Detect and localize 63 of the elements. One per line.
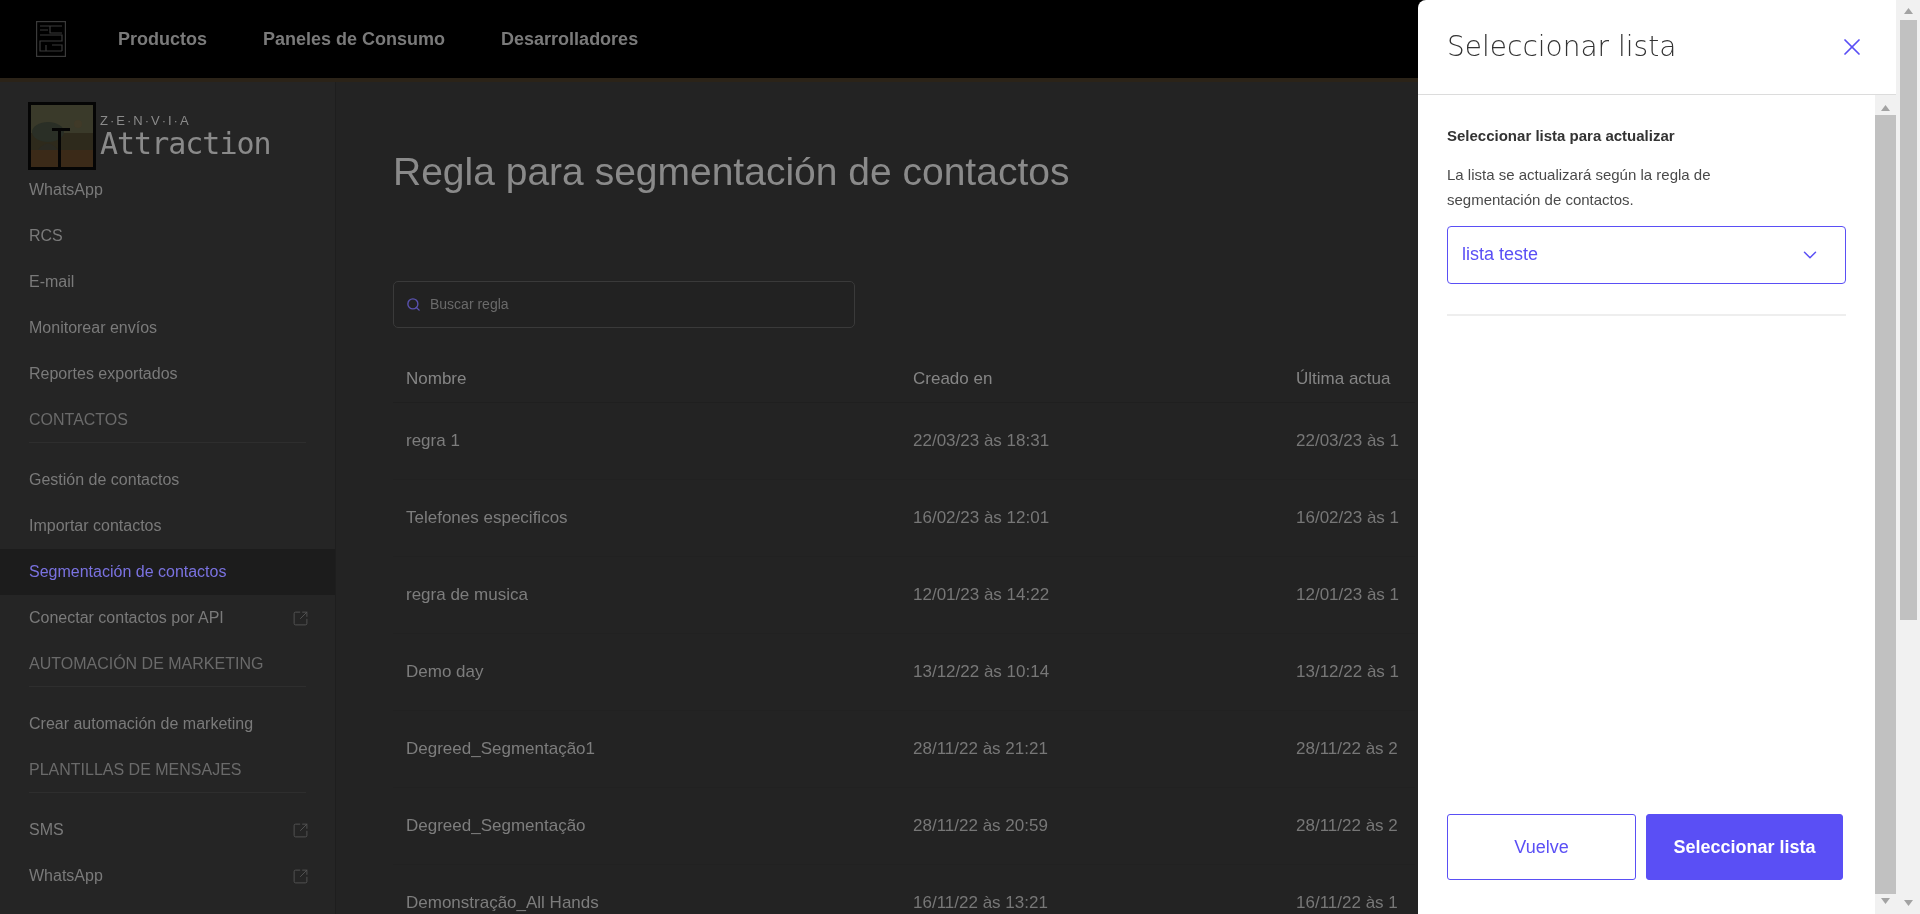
page-scrollbar[interactable]: [1896, 0, 1920, 914]
search-icon: [406, 296, 421, 312]
page-title: Regla para segmentación de contactos: [393, 149, 1071, 195]
table-cell: 16/11/22 às 1: [1296, 893, 1398, 912]
table-cell: Degreed_Segmentação: [406, 816, 586, 835]
sidebar-item[interactable]: Monitorear envíos: [0, 305, 335, 351]
table-cell: 28/11/22 às 21:21: [913, 739, 1048, 758]
table-cell: regra de musica: [406, 585, 528, 604]
sidebar-item[interactable]: WhatsApp: [0, 167, 335, 213]
back-button[interactable]: Vuelve: [1447, 814, 1636, 880]
table-cell: Demo day: [406, 662, 484, 681]
scroll-down-icon[interactable]: [1881, 898, 1890, 904]
sidebar-item[interactable]: WhatsApp: [0, 853, 335, 899]
brand-name: Attraction: [100, 128, 271, 159]
sidebar-item[interactable]: Importar contactos: [0, 503, 335, 549]
column-header: Creado en: [913, 369, 993, 388]
table-cell: 28/11/22 às 2: [1296, 739, 1398, 758]
table-cell: 16/02/23 às 1: [1296, 508, 1400, 527]
table-cell: 13/12/22 às 10:14: [913, 662, 1050, 681]
table-cell: Degreed_Segmentação1: [406, 739, 596, 758]
nav-link[interactable]: Paneles de Consumo: [263, 25, 446, 53]
table-cell: Telefones especificos: [406, 508, 568, 527]
table-cell: 22/03/23 às 18:31: [913, 431, 1050, 450]
sidebar-item[interactable]: Reportes exportados: [0, 351, 335, 397]
section-heading: CONTACTOS: [29, 409, 128, 430]
table-cell: 22/03/23 às 1: [1296, 431, 1400, 450]
section-heading: PLANTILLAS DE MENSAJES: [29, 759, 242, 780]
sidebar-item[interactable]: Segmentación de contactos: [0, 549, 335, 595]
select-list-button[interactable]: Seleccionar lista: [1646, 814, 1843, 880]
column-header: Última actua: [1296, 369, 1391, 388]
logo-icon[interactable]: [36, 21, 66, 57]
column-header: Nombre: [406, 369, 467, 388]
sidebar-item[interactable]: RCS: [0, 213, 335, 259]
scroll-up-icon[interactable]: [1903, 8, 1913, 14]
sidebar-item[interactable]: E-mail: [0, 259, 335, 305]
external-link-icon: [292, 867, 309, 885]
table-cell: 16/02/23 às 12:01: [913, 508, 1050, 527]
search-field[interactable]: Buscar regla: [393, 280, 855, 328]
section-heading: AUTOMACIÓN DE MARKETING: [29, 653, 264, 674]
external-link-icon: [292, 609, 309, 627]
nav-link[interactable]: Desarrolladores: [501, 25, 639, 53]
table-cell: 28/11/22 às 20:59: [913, 816, 1048, 835]
scroll-down-icon[interactable]: [1903, 900, 1913, 906]
brand-tagline: Z·E·N·V·I·A: [100, 113, 192, 127]
table-cell: 28/11/22 às 2: [1296, 816, 1398, 835]
table-cell: 16/11/22 às 13:21: [913, 893, 1048, 912]
panel-subtitle: Seleccionar lista para actualizar: [1447, 126, 1676, 146]
external-link-icon: [292, 821, 309, 839]
sidebar-item[interactable]: Crear automación de marketing: [0, 701, 335, 747]
scroll-up-icon[interactable]: [1881, 105, 1890, 111]
table-cell: 13/12/22 às 1: [1296, 662, 1400, 681]
table-cell: 12/01/23 às 14:22: [913, 585, 1050, 604]
panel-title: Seleccionar lista: [1447, 29, 1677, 65]
sidebar-item[interactable]: Conectar contactos por API: [0, 595, 335, 641]
nav-link[interactable]: Productos: [118, 25, 207, 53]
table-cell: regra 1: [406, 431, 460, 450]
sidebar-item[interactable]: Gestión de contactos: [0, 457, 335, 503]
table-cell: Demonstração_All Hands: [406, 893, 599, 912]
list-select[interactable]: lista teste: [1447, 225, 1846, 284]
scrollbar-thumb[interactable]: [1899, 20, 1917, 620]
panel-description: La lista se actualizará según la regla de segmentación de contactos.: [1447, 164, 1712, 210]
sidebar-item[interactable]: SMS: [0, 807, 335, 853]
table-cell: 12/01/23 às 1: [1296, 585, 1400, 604]
